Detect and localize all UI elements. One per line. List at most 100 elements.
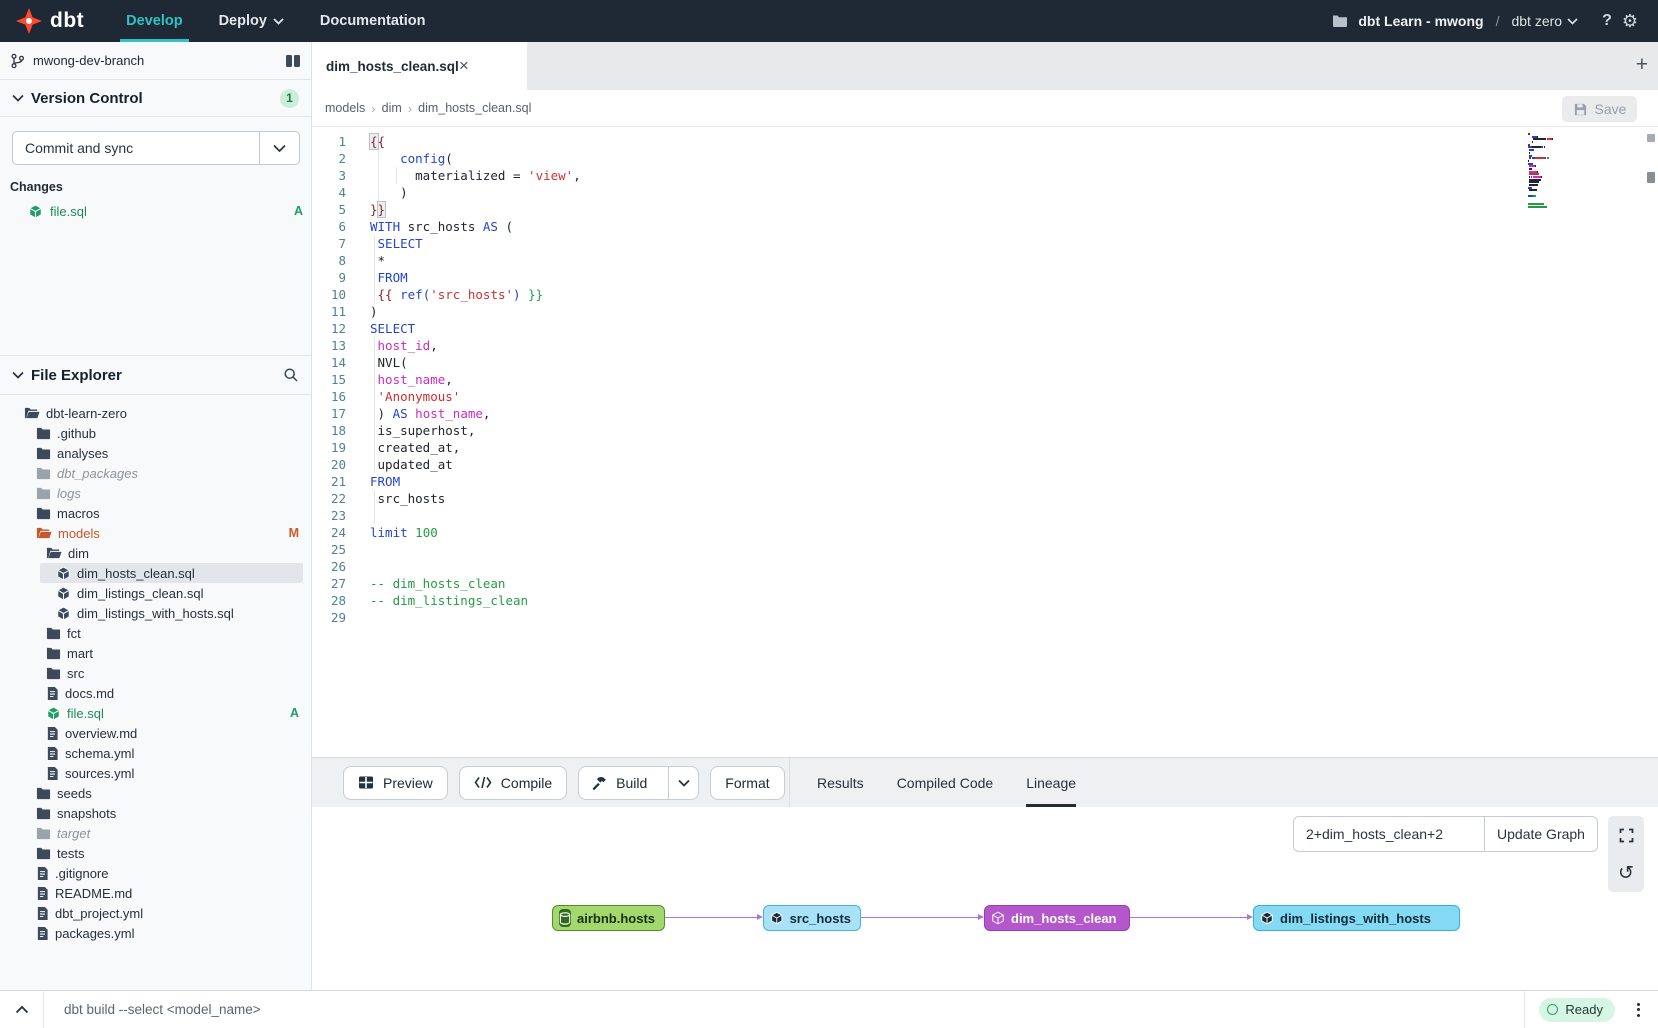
- format-button[interactable]: Format: [710, 766, 784, 800]
- breadcrumb-item[interactable]: dim: [382, 101, 402, 115]
- code-line: 8 *: [312, 252, 1658, 269]
- dbt-logo[interactable]: dbt: [16, 8, 84, 34]
- tab-compiled-code[interactable]: Compiled Code: [897, 758, 994, 807]
- tree-item[interactable]: dim_hosts_clean.sql: [0, 563, 311, 583]
- tree-item-label: analyses: [57, 446, 108, 461]
- tree-item[interactable]: dim: [0, 543, 311, 563]
- kebab-menu-icon[interactable]: [1633, 999, 1644, 1021]
- tree-item[interactable]: mart: [0, 643, 311, 663]
- folder-icon: [36, 466, 51, 480]
- tree-item[interactable]: dim_listings_with_hosts.sql: [0, 603, 311, 623]
- code-line: 24limit 100: [312, 524, 1658, 541]
- code-lines: 1{{2 config(3 materialized = 'view',4 )5…: [312, 133, 1658, 626]
- help-icon[interactable]: ?: [1602, 12, 1612, 30]
- tree-item-label: dbt_packages: [57, 466, 138, 481]
- tree-item[interactable]: dim_listings_clean.sql: [0, 583, 311, 603]
- tree-item[interactable]: target: [0, 823, 311, 843]
- changed-file-row[interactable]: file.sql A: [0, 200, 311, 222]
- code-icon: [474, 776, 492, 789]
- new-tab-button[interactable]: +: [1636, 53, 1648, 77]
- line-number: 12: [312, 320, 346, 337]
- file-icon: [46, 746, 59, 761]
- save-button[interactable]: Save: [1562, 96, 1637, 122]
- tree-item[interactable]: seeds: [0, 783, 311, 803]
- nav-right: dbt Learn - mwong / dbt zero ? ⚙: [1332, 11, 1658, 32]
- commit-options-dropdown[interactable]: [259, 132, 299, 164]
- close-icon[interactable]: ×: [459, 56, 469, 76]
- tree-item[interactable]: .github: [0, 423, 311, 443]
- tree-item[interactable]: logs: [0, 483, 311, 503]
- editor-tab[interactable]: dim_hosts_clean.sql ×: [312, 42, 527, 90]
- code-line: 21FROM: [312, 473, 1658, 490]
- commit-and-sync-button[interactable]: Commit and sync: [12, 131, 300, 165]
- folder-icon: [36, 826, 51, 840]
- build-options-dropdown[interactable]: [668, 767, 698, 799]
- tree-item[interactable]: file.sqlA: [0, 703, 311, 723]
- tree-item[interactable]: fct: [0, 623, 311, 643]
- nav-item-develop[interactable]: Develop: [126, 0, 182, 42]
- tree-item[interactable]: analyses: [0, 443, 311, 463]
- folder-icon: [46, 666, 61, 680]
- lineage-selector-input[interactable]: [1294, 817, 1484, 851]
- lineage-node-model[interactable]: dim_listings_with_hosts: [1253, 905, 1460, 931]
- minimap[interactable]: [1528, 133, 1568, 211]
- nav-item-deploy[interactable]: Deploy: [219, 0, 284, 42]
- tab-results[interactable]: Results: [817, 758, 864, 807]
- line-number: 23: [312, 507, 346, 524]
- tree-item[interactable]: README.md: [0, 883, 311, 903]
- tree-item[interactable]: docs.md: [0, 683, 311, 703]
- tree-item[interactable]: dbt_packages: [0, 463, 311, 483]
- compile-button[interactable]: Compile: [459, 766, 567, 800]
- tree-item[interactable]: overview.md: [0, 723, 311, 743]
- tree-item-label: logs: [57, 486, 81, 501]
- tree-item[interactable]: dbt_project.yml: [0, 903, 311, 923]
- tab-lineage[interactable]: Lineage: [1026, 758, 1076, 807]
- reset-view-icon[interactable]: ↺: [1608, 854, 1644, 892]
- line-number: 19: [312, 439, 346, 456]
- code-editor[interactable]: 1{{2 config(3 materialized = 'view',4 )5…: [312, 127, 1658, 757]
- lineage-node-model[interactable]: dim_hosts_clean: [984, 905, 1130, 931]
- breadcrumb-item[interactable]: dim_hosts_clean.sql: [418, 101, 531, 115]
- status-badge[interactable]: Ready: [1539, 998, 1615, 1022]
- tree-item[interactable]: tests: [0, 843, 311, 863]
- search-icon[interactable]: [283, 367, 299, 383]
- environment-selector[interactable]: dbt zero: [1511, 13, 1578, 29]
- split-view-icon[interactable]: [285, 54, 301, 68]
- brand-word: dbt: [50, 9, 84, 33]
- scrollbar-mark[interactable]: [1647, 172, 1655, 183]
- lineage-node-model[interactable]: src_hosts: [763, 905, 861, 931]
- lineage-node-source[interactable]: airbnb.hosts: [552, 905, 665, 931]
- tree-item-label: file.sql: [67, 706, 104, 721]
- chevron-down-icon: [273, 18, 284, 25]
- line-number: 9: [312, 269, 346, 286]
- preview-button[interactable]: Preview: [343, 766, 448, 800]
- build-button[interactable]: Build: [578, 766, 699, 800]
- tree-item[interactable]: modelsM: [0, 523, 311, 543]
- code-line: 29: [312, 609, 1658, 626]
- tree-item[interactable]: sources.yml: [0, 763, 311, 783]
- breadcrumb-item[interactable]: models: [325, 101, 365, 115]
- update-graph-button[interactable]: Update Graph: [1484, 817, 1597, 851]
- file-explorer-header[interactable]: File Explorer: [0, 355, 311, 395]
- code-line: 11): [312, 303, 1658, 320]
- nav-item-documentation[interactable]: Documentation: [320, 0, 426, 42]
- gear-icon[interactable]: ⚙: [1622, 11, 1638, 32]
- expand-panel-chevron[interactable]: [0, 991, 44, 1028]
- tree-item[interactable]: packages.yml: [0, 923, 311, 943]
- scrollbar-mark[interactable]: [1647, 134, 1655, 142]
- tree-item[interactable]: schema.yml: [0, 743, 311, 763]
- tree-item[interactable]: snapshots: [0, 803, 311, 823]
- version-control-header[interactable]: Version Control 1: [0, 80, 311, 117]
- tree-item[interactable]: macros: [0, 503, 311, 523]
- project-name[interactable]: dbt Learn - mwong: [1358, 13, 1483, 29]
- folder-icon: [36, 426, 51, 440]
- code-line: 25: [312, 541, 1658, 558]
- tree-item[interactable]: .gitignore: [0, 863, 311, 883]
- folder-icon: [36, 846, 51, 860]
- fullscreen-icon[interactable]: [1608, 816, 1644, 854]
- tree-item[interactable]: src: [0, 663, 311, 683]
- code-line: 12SELECT: [312, 320, 1658, 337]
- command-input[interactable]: [44, 991, 1524, 1028]
- file-icon: [36, 886, 49, 901]
- tree-item[interactable]: dbt-learn-zero: [0, 403, 311, 423]
